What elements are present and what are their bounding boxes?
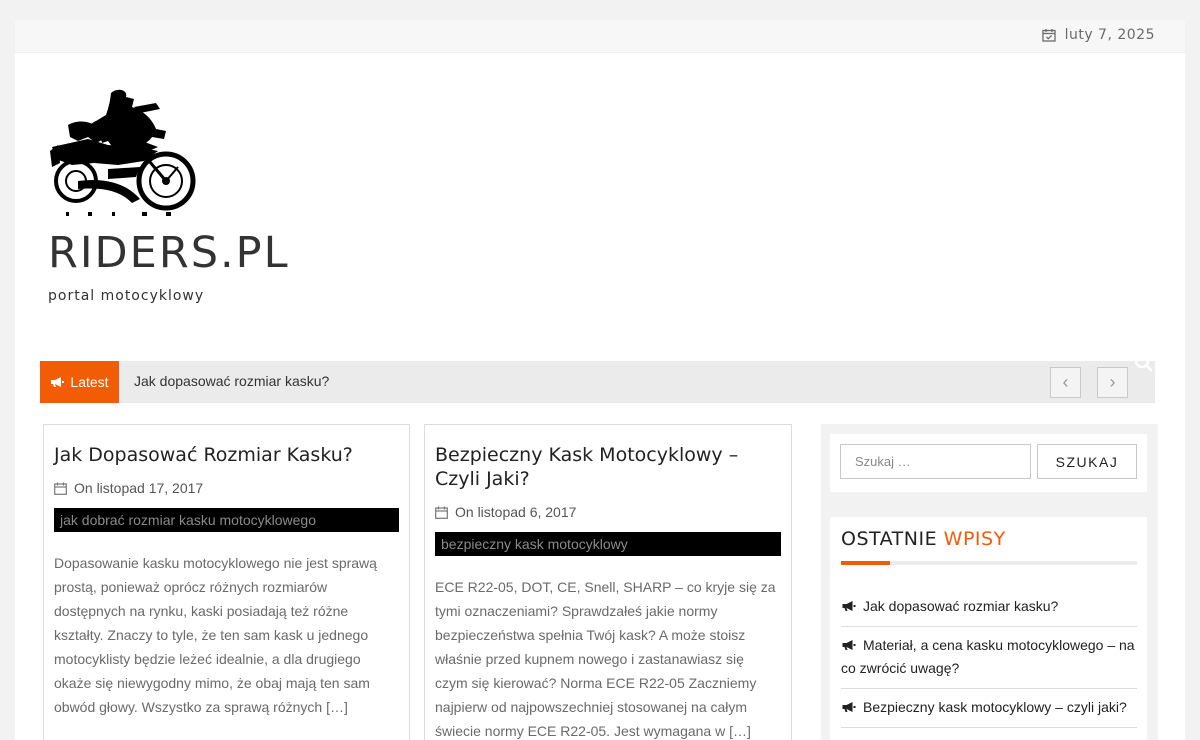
search-button[interactable]: SZUKAJ [1037, 444, 1137, 479]
post-thumbnail-broken[interactable]: jak dobrać rozmiar kasku motocyklowego [54, 508, 399, 532]
post-meta: On listopad 17, 2017 [54, 480, 203, 496]
page: luty 7, 2025 RIDERS.PL portal motocyklow… [15, 20, 1185, 740]
ticker-next-button[interactable]: › [1097, 367, 1128, 398]
megaphone-icon [842, 702, 856, 712]
widget-title-part2: WPISY [943, 528, 1006, 550]
site-title[interactable]: RIDERS.PL [48, 228, 290, 278]
sidebar: SZUKAJ OSTATNIE WPISY Jak dopasować rozm… [821, 424, 1158, 740]
post-title-link[interactable]: Bezpieczny Kask Motocyklowy – Czyli Jaki… [435, 443, 785, 491]
current-date: luty 7, 2025 [1041, 27, 1155, 43]
latest-label: Latest [40, 361, 119, 403]
title-underline-accent [841, 561, 890, 565]
chevron-right-icon: › [1109, 372, 1116, 392]
calendar-icon [435, 506, 448, 519]
excerpt-line: obwód głowy. Wszystko za sprawą różnych … [54, 699, 348, 715]
widget-title: OSTATNIE WPISY [841, 528, 1006, 550]
excerpt-line: bezpieczeństwa spełnia Twój kask? A może… [435, 627, 746, 643]
post-excerpt: Dopasowanie kasku motocyklowego nie jest… [54, 551, 377, 719]
post-date-link[interactable]: On listopad 17, 2017 [74, 480, 203, 496]
excerpt-line: właśnie przed kupnem nowego i zastanawia… [435, 651, 744, 667]
post-title-link[interactable]: Jak Dopasować Rozmiar Kasku? [54, 443, 404, 467]
post-card: Jak Dopasować Rozmiar Kasku? On listopad… [43, 424, 410, 740]
recent-posts-widget: OSTATNIE WPISY Jak dopasować rozmiar kas… [830, 517, 1147, 740]
ticker-prev-button[interactable]: ‹ [1050, 367, 1081, 398]
widget-title-part1: OSTATNIE [841, 528, 938, 550]
excerpt-line: najpierw od najpowszechniej stosowanej n… [435, 699, 748, 715]
image-alt-text: bezpieczny kask motocyklowy [441, 536, 628, 552]
excerpt-line: świecie normy ECE R22-05. Jest wymagana … [435, 723, 751, 739]
top-bar: luty 7, 2025 [15, 20, 1185, 53]
excerpt-line: kształty. Znaczy to tyle, że ten sam kas… [54, 627, 369, 643]
site-logo[interactable] [48, 85, 203, 216]
recent-posts-list: Jak dopasować rozmiar kasku? Materiał, a… [841, 595, 1137, 728]
date-text: luty 7, 2025 [1064, 27, 1155, 43]
excerpt-line: tymi oznaczeniami? Sprawdzałeś jakie nor… [435, 603, 718, 619]
excerpt-line: dostępnych na rynku, kaski posiadają też… [54, 603, 349, 619]
post-excerpt: ECE R22-05, DOT, CE, Snell, SHARP – co k… [435, 575, 776, 740]
megaphone-icon [51, 377, 65, 387]
post-meta: On listopad 6, 2017 [435, 504, 576, 520]
megaphone-icon [842, 640, 856, 650]
recent-post-item[interactable]: Materiał, a cena kasku motocyklowego – n… [841, 627, 1137, 689]
chevron-left-icon: ‹ [1062, 372, 1069, 392]
excerpt-line: czym się kierować? Norma ECE R22-05 Zacz… [435, 675, 757, 691]
calendar-check-icon [1041, 29, 1056, 42]
recent-post-item[interactable]: Jak dopasować rozmiar kasku? [841, 595, 1137, 627]
post-date-link[interactable]: On listopad 6, 2017 [455, 504, 576, 520]
post-card: Bezpieczny Kask Motocyklowy – Czyli Jaki… [424, 424, 792, 740]
recent-post-link[interactable]: Materiał, a cena kasku motocyklowego – n… [841, 637, 1135, 676]
excerpt-line: okaże się niewygodny mimo, że obaj mają … [54, 675, 370, 691]
recent-post-link[interactable]: Jak dopasować rozmiar kasku? [863, 598, 1058, 614]
image-alt-text: jak dobrać rozmiar kasku motocyklowego [60, 512, 316, 528]
post-thumbnail-broken[interactable]: bezpieczny kask motocyklowy [435, 532, 781, 556]
search-icon[interactable] [1133, 352, 1155, 374]
latest-text: Latest [70, 374, 109, 390]
search-widget: SZUKAJ [830, 434, 1147, 492]
excerpt-line: Dopasowanie kasku motocyklowego nie jest… [54, 555, 377, 571]
recent-post-item[interactable]: Bezpieczny kask motocyklowy – czyli jaki… [841, 689, 1137, 728]
site-tagline: portal motocyklowy [48, 288, 205, 304]
excerpt-line: ECE R22-05, DOT, CE, Snell, SHARP – co k… [435, 579, 776, 595]
calendar-icon [54, 482, 67, 495]
excerpt-line: motocyklisty będzie leżeć idealnie, a dl… [54, 651, 361, 667]
recent-post-link[interactable]: Bezpieczny kask motocyklowy – czyli jaki… [863, 699, 1127, 715]
megaphone-icon [842, 601, 856, 611]
search-input[interactable] [840, 444, 1031, 479]
ticker-headline-link[interactable]: Jak dopasować rozmiar kasku? [134, 373, 329, 389]
news-ticker: Latest Jak dopasować rozmiar kasku? ‹ › [40, 353, 1155, 403]
title-underline [841, 561, 1137, 565]
excerpt-line: prostą, ponieważ oprócz różnych rozmiaró… [54, 579, 328, 595]
